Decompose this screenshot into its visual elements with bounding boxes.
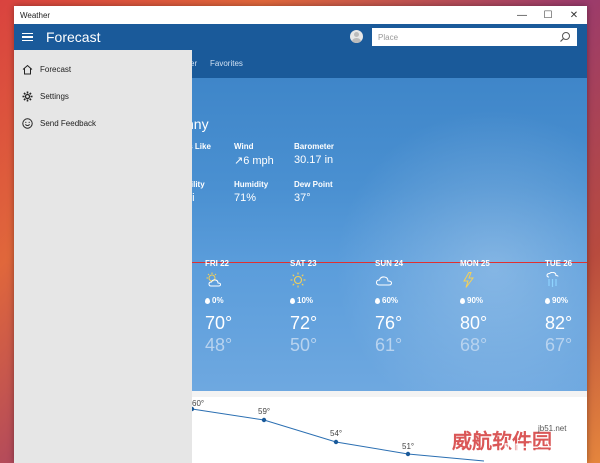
drop-icon [460,297,465,304]
forecast-day-name: SAT 23 [290,259,317,268]
avatar[interactable] [350,30,363,43]
stat-wind-label: Wind [234,142,254,151]
maximize-button[interactable]: ☐ [535,6,561,24]
forecast-low: 67° [545,335,573,355]
stat-humidity-value: 71% [234,192,257,204]
forecast-precip: 0% [212,296,224,305]
stat-barometer-value: 30.17 in [294,154,334,166]
cloudy-icon [375,276,393,286]
forecast-day-name: TUE 26 [545,259,573,268]
partly-sunny-icon [206,272,222,287]
forecast-high: 70° [205,313,233,333]
stat-dewpoint-value: 37° [294,192,311,204]
watermark-site: jb51.net [538,424,567,433]
forecast-low: 68° [460,335,488,355]
forecast-day-name: SUN 24 [375,259,404,268]
forecast-day[interactable]: SUN 24 60% 76° 61° [375,259,435,356]
app-bar: Forecast Place [14,24,587,50]
search-input[interactable]: Place [372,28,577,46]
hourly-point [333,439,339,445]
sunny-icon [290,272,306,288]
forecast-high: 72° [290,313,318,333]
forecast-day[interactable]: FRI 22 0% 70° 48° [205,259,265,356]
hourly-point [261,417,267,423]
watermark-logo-secondary: 脚本之家 [503,442,575,463]
forecast-day[interactable]: SAT 23 10% 72° 50° [290,259,350,356]
minimize-button[interactable]: — [509,6,535,24]
title-bar: Weather — ☐ ✕ [14,6,587,24]
gear-icon [22,91,33,101]
search-icon[interactable] [559,31,571,43]
navigation-drawer: Forecast Settings Send Feedback [14,50,192,463]
drop-icon [205,297,210,304]
weather-window: Weather — ☐ ✕ Forecast Place er Favorite… [14,6,587,463]
thunderstorm-icon [463,272,474,288]
drawer-item-send-feedback[interactable]: Send Feedback [14,112,192,134]
drawer-item-label: Send Feedback [40,118,97,128]
stat-barometer-label: Barometer [294,142,335,151]
forecast-low: 61° [375,335,403,355]
forecast-low: 50° [290,335,318,355]
search-placeholder: Place [378,32,399,42]
rain-icon [546,271,559,287]
hourly-label: 59° [258,407,270,416]
hourly-label: 60° [192,399,204,408]
hourly-label: 54° [330,429,342,438]
forecast-high: 82° [545,313,573,333]
drop-icon [375,297,380,304]
drawer-item-label: Settings [40,91,69,101]
stat-dewpoint-label: Dew Point [294,180,333,189]
forecast-low: 48° [205,335,233,355]
home-icon [22,64,33,74]
drawer-item-forecast[interactable]: Forecast [14,58,192,80]
forecast-high: 80° [460,313,488,333]
forecast-precip: 60% [382,296,399,305]
hourly-point [405,451,411,457]
forecast-day[interactable]: TUE 26 90% 82° 67° [545,259,587,356]
drawer-item-settings[interactable]: Settings [14,85,192,107]
forecast-precip: 10% [297,296,314,305]
stat-humidity-label: Humidity [234,180,269,189]
forecast-precip: 90% [552,296,569,305]
hourly-label: 51° [402,442,414,451]
page-title: Forecast [46,29,101,45]
forecast-day[interactable]: MON 25 90% 80° 68° [460,259,520,356]
window-title: Weather [20,10,51,20]
stat-wind-value: ↗6 mph [234,155,274,167]
drawer-item-label: Forecast [40,64,72,74]
forecast-high: 76° [375,313,403,333]
drop-icon [545,297,550,304]
close-button[interactable]: ✕ [561,6,587,24]
forecast-precip: 90% [467,296,484,305]
drop-icon [290,297,295,304]
forecast-day-name: FRI 22 [205,259,230,268]
tab-favorites[interactable]: Favorites [210,59,243,68]
hamburger-menu-button[interactable] [14,24,40,50]
smiley-icon [22,117,33,129]
forecast-day-name: MON 25 [460,259,490,268]
